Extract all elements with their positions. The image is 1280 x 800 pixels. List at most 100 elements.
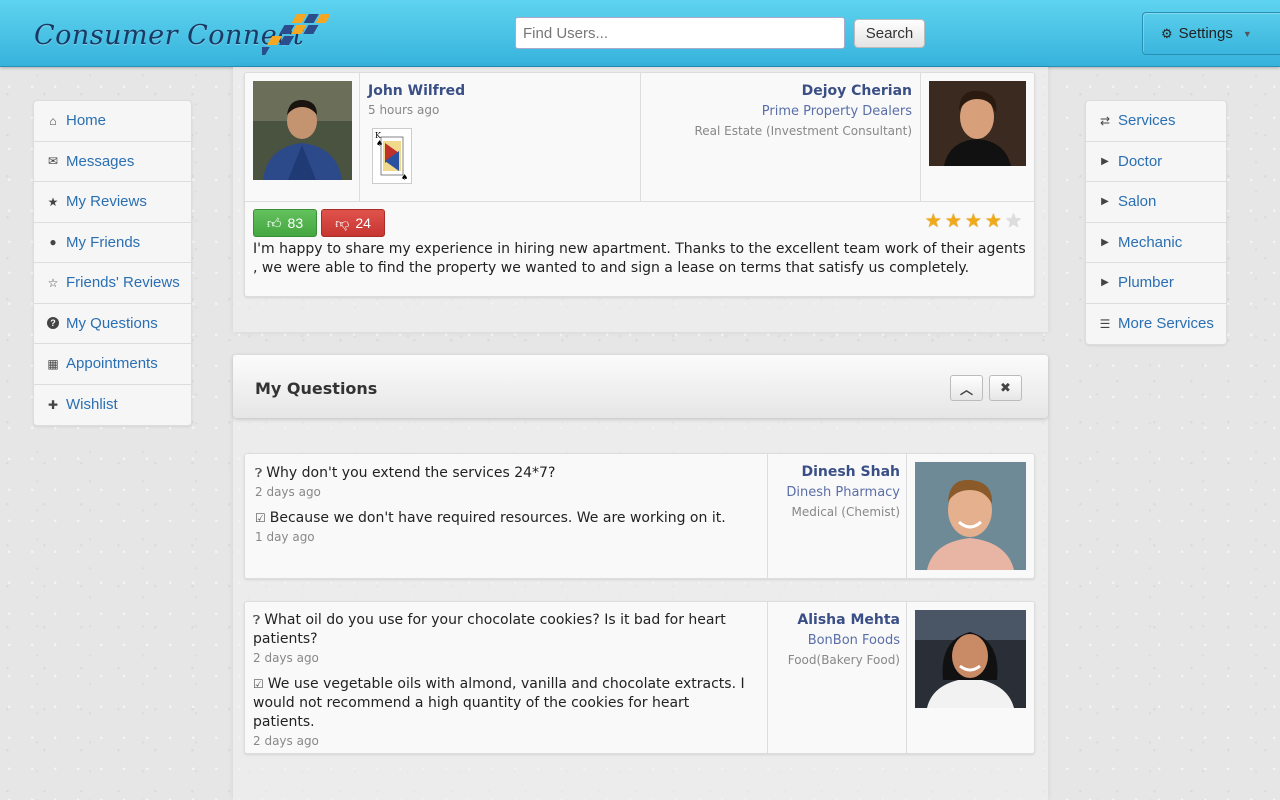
sidebar-item-salon[interactable]: ▶ Salon bbox=[1086, 182, 1226, 223]
gift-icon: ✚ bbox=[47, 397, 59, 412]
star-rating: ★ ★ ★ ★ ★ bbox=[925, 210, 1022, 232]
sidebar-item-label: Salon bbox=[1118, 193, 1157, 211]
sidebar-item-services[interactable]: ⇄ Services bbox=[1086, 101, 1226, 142]
envelope-icon: ✉ bbox=[47, 154, 59, 169]
sidebar-item-doctor[interactable]: ▶ Doctor bbox=[1086, 142, 1226, 182]
sidebar-item-label: More Services bbox=[1118, 315, 1214, 333]
search-button[interactable]: Search bbox=[854, 19, 925, 48]
business-name-link[interactable]: BonBon Foods bbox=[788, 633, 900, 648]
panel-title: My Questions bbox=[255, 379, 378, 398]
sidebar-item-label: Doctor bbox=[1118, 152, 1163, 170]
downvote-count: 24 bbox=[355, 215, 371, 231]
settings-label: Settings bbox=[1178, 25, 1233, 42]
sidebar-item-label: Mechanic bbox=[1118, 233, 1183, 251]
user-icon: ● bbox=[49, 235, 57, 250]
star-outline-icon: ☆ bbox=[47, 275, 59, 290]
question-icon: ? bbox=[47, 317, 59, 330]
sidebar-item-my-questions[interactable]: ? My Questions bbox=[34, 304, 191, 344]
close-button[interactable]: ✖ bbox=[989, 375, 1022, 401]
business-owner-name[interactable]: Dejoy Cherian bbox=[694, 83, 912, 99]
business-owner-name[interactable]: Alisha Mehta bbox=[788, 612, 900, 628]
svg-text:♠: ♠ bbox=[401, 173, 408, 182]
answer-time: 2 days ago bbox=[253, 734, 319, 748]
reviewer-name[interactable]: John Wilfred bbox=[368, 83, 465, 99]
answer-text-row: ☑ Because we don't have required resource… bbox=[255, 509, 755, 528]
review-time: 5 hours ago bbox=[368, 103, 440, 117]
sidebar-item-my-reviews[interactable]: ★ My Reviews bbox=[34, 182, 191, 223]
caret-down-icon: ▼ bbox=[1242, 28, 1252, 39]
sidebar-item-label: Services bbox=[1118, 112, 1176, 130]
sidebar-item-more-services[interactable]: ☰ More Services bbox=[1086, 304, 1226, 345]
question-circle-icon: ❓︎ bbox=[253, 613, 261, 627]
star-filled-icon: ★ bbox=[944, 210, 962, 232]
sidebar-item-home[interactable]: ⌂ Home bbox=[34, 101, 191, 142]
answer-time: 1 day ago bbox=[255, 530, 315, 544]
sidebar-item-label: Plumber bbox=[1118, 274, 1174, 292]
review-attachment-image[interactable]: K ♠ ♠ bbox=[372, 128, 412, 184]
sidebar-item-label: Messages bbox=[66, 152, 135, 170]
star-icon: ★ bbox=[47, 194, 59, 209]
sidebar-item-label: Wishlist bbox=[66, 396, 118, 414]
business-category: Food(Bakery Food) bbox=[787, 653, 900, 667]
close-icon: ✖ bbox=[1000, 380, 1011, 396]
shuffle-icon: ⇄ bbox=[1099, 113, 1111, 128]
business-category: Medical (Chemist) bbox=[791, 505, 901, 519]
home-icon: ⌂ bbox=[49, 113, 57, 128]
business-owner-name[interactable]: Dinesh Shah bbox=[786, 464, 900, 480]
star-filled-icon: ★ bbox=[924, 210, 942, 232]
collapse-button[interactable]: ︿ bbox=[950, 375, 983, 401]
answer-text: Because we don't have required resources… bbox=[269, 510, 726, 526]
sidebar-item-label: My Questions bbox=[66, 314, 158, 332]
sidebar-item-wishlist[interactable]: ✚ Wishlist bbox=[34, 385, 191, 426]
business-name-link[interactable]: Prime Property Dealers bbox=[694, 104, 912, 119]
star-filled-icon: ★ bbox=[964, 210, 982, 232]
business-category: Real Estate (Investment Consultant) bbox=[694, 124, 912, 138]
business-owner-avatar[interactable] bbox=[915, 610, 1026, 708]
question-time: 2 days ago bbox=[255, 485, 321, 499]
sidebar-item-appointments[interactable]: ▦ Appointments bbox=[34, 344, 191, 385]
sidebar-item-my-friends[interactable]: ● My Friends bbox=[34, 223, 191, 263]
question-circle-icon: ❓︎ bbox=[255, 466, 263, 480]
top-navbar: Consumer Connect Search ⚙ Settings ▼ bbox=[0, 0, 1280, 67]
sidebar-item-label: Appointments bbox=[66, 355, 158, 373]
review-card: John Wilfred 5 hours ago K ♠ ♠ Dejoy Che… bbox=[244, 72, 1035, 297]
play-icon: ▶ bbox=[1101, 277, 1109, 289]
play-icon: ▶ bbox=[1101, 196, 1109, 208]
question-text: What oil do you use for your chocolate c… bbox=[253, 612, 726, 647]
question-card: ❓︎ What oil do you use for your chocolate… bbox=[244, 601, 1035, 754]
check-square-icon: ☑ bbox=[255, 511, 266, 525]
downvote-button[interactable]: 👎︎ 24 bbox=[321, 209, 385, 237]
business-name-link[interactable]: Dinesh Pharmacy bbox=[786, 485, 900, 500]
thumbs-down-icon: 👎︎ bbox=[335, 214, 350, 231]
sidebar-item-plumber[interactable]: ▶ Plumber bbox=[1086, 263, 1226, 304]
sidebar-item-label: My Friends bbox=[66, 233, 141, 251]
reviewer-avatar[interactable] bbox=[253, 81, 352, 180]
calendar-icon: ▦ bbox=[47, 356, 59, 371]
sidebar-item-friends-reviews[interactable]: ☆ Friends' Reviews bbox=[34, 263, 191, 304]
thumbs-up-icon: 👍︎ bbox=[266, 214, 282, 231]
brand-logo-icon[interactable] bbox=[262, 12, 330, 56]
my-questions-panel-header: My Questions ︿ ✖ bbox=[233, 355, 1048, 418]
business-owner-avatar[interactable] bbox=[915, 462, 1026, 570]
sidebar-item-label: Friends' Reviews bbox=[66, 274, 180, 292]
upvote-count: 83 bbox=[287, 215, 304, 231]
find-users-input[interactable] bbox=[515, 17, 845, 49]
sidebar-item-label: Home bbox=[66, 112, 107, 130]
business-owner-avatar[interactable] bbox=[929, 81, 1026, 166]
svg-text:♠: ♠ bbox=[376, 139, 383, 148]
question-text: Why don't you extend the services 24*7? bbox=[266, 465, 556, 481]
left-sidebar-menu: ⌂ Home ✉ Messages ★ My Reviews ● My Frie… bbox=[33, 100, 192, 426]
answer-text: We use vegetable oils with almond, vanil… bbox=[253, 676, 745, 730]
settings-dropdown[interactable]: ⚙ Settings ▼ bbox=[1142, 12, 1280, 55]
question-text-row: ❓︎ Why don't you extend the services 24*7… bbox=[255, 464, 755, 483]
sidebar-item-mechanic[interactable]: ▶ Mechanic bbox=[1086, 223, 1226, 263]
answer-text-row: ☑ We use vegetable oils with almond, vani… bbox=[253, 675, 753, 732]
sidebar-item-messages[interactable]: ✉ Messages bbox=[34, 142, 191, 182]
chevron-up-icon: ︿ bbox=[959, 382, 973, 398]
review-text: I'm happy to share my experience in hiri… bbox=[253, 241, 1026, 276]
play-icon: ▶ bbox=[1101, 236, 1109, 248]
upvote-button[interactable]: 👍︎ 83 bbox=[253, 209, 317, 237]
question-time: 2 days ago bbox=[253, 651, 319, 665]
play-icon: ▶ bbox=[1101, 155, 1109, 167]
question-text-row: ❓︎ What oil do you use for your chocolate… bbox=[253, 611, 753, 649]
